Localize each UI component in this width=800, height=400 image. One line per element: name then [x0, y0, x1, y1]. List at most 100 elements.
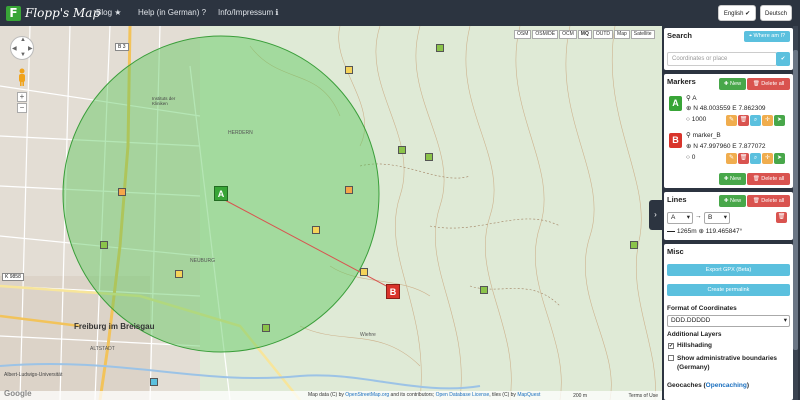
geocache-icon[interactable]: [345, 66, 353, 74]
chevron-down-icon: ▾: [783, 317, 787, 324]
pan-down-icon[interactable]: ▼: [20, 52, 26, 58]
lines-delete-all-button[interactable]: 🗑 Delete all: [747, 195, 790, 207]
nav-help[interactable]: Help (in German) ?: [138, 8, 206, 17]
export-gpx-button[interactable]: Export GPX (Beta): [667, 264, 790, 276]
coordinate-format-select[interactable]: DDD.DDDDD ▾: [667, 315, 790, 327]
markers-delete-all-button[interactable]: 🗑 Delete all: [747, 78, 790, 90]
hillshading-label: Hillshading: [677, 342, 713, 349]
geocache-icon[interactable]: [425, 153, 433, 161]
navigate-icon: ➤: [776, 117, 783, 123]
language-english-button[interactable]: English ✔: [718, 5, 756, 21]
opencaching-link[interactable]: Opencaching: [706, 382, 747, 389]
chevron-down-icon: ▾: [686, 214, 690, 221]
geocache-icon[interactable]: [398, 146, 406, 154]
marker-b-name[interactable]: ⚲ marker_B: [686, 131, 721, 139]
zoom-in-button[interactable]: +: [17, 92, 27, 102]
sidebar-panel: Search ⌖ Where am I? Coordinates or plac…: [662, 26, 800, 400]
sidebar-scroll-thumb[interactable]: [793, 50, 798, 350]
marker-a-delete-button[interactable]: 🗑: [738, 115, 749, 126]
pan-right-icon[interactable]: ▶: [28, 45, 33, 52]
geocache-icon[interactable]: [436, 44, 444, 52]
line-to-value: B: [708, 214, 713, 221]
geocache-icon[interactable]: [630, 241, 638, 249]
search-icon: ⌕: [753, 155, 758, 161]
geocache-icon[interactable]: [345, 186, 353, 194]
edit-icon: ✎: [728, 155, 735, 161]
geocache-icon[interactable]: [150, 378, 158, 386]
boundaries-checkbox[interactable]: [668, 355, 674, 361]
markers-new-button[interactable]: ✚ New: [719, 78, 746, 90]
hillshading-checkbox[interactable]: ✔: [668, 343, 674, 349]
create-permalink-button[interactable]: Create permalink: [667, 284, 790, 296]
marker-b-edit-button[interactable]: ✎: [726, 153, 737, 164]
where-am-i-button[interactable]: ⌖ Where am I?: [744, 31, 790, 42]
marker-a-edit-button[interactable]: ✎: [726, 115, 737, 126]
map-marker-a[interactable]: A: [214, 186, 228, 201]
pan-left-icon[interactable]: ◀: [12, 45, 17, 52]
map-canvas[interactable]: Freiburg im Breisgau B 3 K 9858 HERDERN …: [0, 26, 662, 400]
marker-b-delete-button[interactable]: 🗑: [738, 153, 749, 164]
layer-satellite[interactable]: Satellite: [630, 30, 655, 39]
geocache-icon[interactable]: [118, 188, 126, 196]
attribution-mid: and its contributors;: [389, 392, 436, 398]
language-deutsch-button[interactable]: Deutsch: [760, 5, 792, 21]
district-label-neuburg: NEUBURG: [190, 258, 216, 264]
marker-b-move-button[interactable]: ✛: [762, 153, 773, 164]
lines-new-button[interactable]: ✚ New: [719, 195, 746, 207]
attribution-osm-link[interactable]: OpenStreetMap.org: [345, 392, 389, 398]
layer-osm[interactable]: OSM: [514, 30, 532, 39]
marker-b-coords[interactable]: ⊕ N 47.997960 E 7.877072: [686, 142, 766, 150]
line-to-select[interactable]: B ▾: [704, 212, 730, 224]
layer-mq[interactable]: MQ: [577, 30, 592, 39]
geocache-icon[interactable]: [175, 270, 183, 278]
marker-b-radius[interactable]: ○ 0: [686, 154, 695, 161]
nav-info[interactable]: Info/Impressum ℹ: [218, 8, 278, 17]
marker-a-coords[interactable]: ⊕ N 48.003559 E 7.862309: [686, 104, 766, 112]
geocache-icon[interactable]: [360, 268, 368, 276]
marker-b-zoom-button[interactable]: ⌕: [750, 153, 761, 164]
markers-new-button-bottom[interactable]: ✚ New: [719, 173, 746, 185]
geocache-icon[interactable]: [480, 286, 488, 294]
attribution-mq-link[interactable]: MapQuest: [517, 392, 540, 398]
map-marker-b[interactable]: B: [386, 284, 400, 299]
line-from-select[interactable]: A ▾: [667, 212, 693, 224]
pegman-icon[interactable]: [17, 68, 27, 86]
line-delete-button[interactable]: 🗑: [776, 212, 787, 223]
sidebar-collapse-button[interactable]: ›: [649, 200, 662, 230]
layer-osm-de[interactable]: OSM/DE: [532, 30, 559, 39]
search-input[interactable]: Coordinates or place: [667, 52, 777, 66]
terms-of-use-link[interactable]: Terms of Use: [629, 393, 658, 399]
marker-a-radius[interactable]: ○ 1000: [686, 116, 706, 123]
marker-a-move-button[interactable]: ✛: [762, 115, 773, 126]
marker-b-navigate-button[interactable]: ➤: [774, 153, 785, 164]
road-label-k9858: K 9858: [2, 273, 24, 281]
pan-up-icon[interactable]: ▲: [20, 37, 26, 43]
geocaches-label: Geocaches (Opencaching): [667, 382, 749, 389]
nav-blog[interactable]: Blog ★: [96, 8, 121, 17]
markers-delete-all-button-bottom[interactable]: 🗑 Delete all: [747, 173, 790, 185]
brand[interactable]: F Flopp's Map: [6, 4, 100, 22]
line-info: 1265m ⊕ 119.465847°: [667, 227, 742, 235]
map-graphics: [0, 26, 662, 400]
search-go-button[interactable]: ✔: [776, 52, 790, 66]
marker-a-navigate-button[interactable]: ➤: [774, 115, 785, 126]
pan-control[interactable]: ▲ ▼ ◀ ▶: [10, 36, 34, 60]
marker-b-coords-text: N 47.997960 E 7.877072: [693, 143, 766, 150]
trash-icon: 🗑: [777, 214, 786, 220]
zoom-out-button[interactable]: −: [17, 103, 27, 113]
layer-outd[interactable]: OUTD: [592, 30, 614, 39]
layer-ocm[interactable]: OCM: [559, 30, 577, 39]
geocache-icon[interactable]: [312, 226, 320, 234]
trash-icon: 🗑: [739, 155, 748, 161]
chevron-down-icon: ▾: [723, 214, 727, 221]
geocache-icon[interactable]: [100, 241, 108, 249]
geocaches-prefix: Geocaches (: [667, 382, 706, 389]
marker-a-name[interactable]: ⚲ A: [686, 94, 697, 102]
brand-logo: F: [6, 5, 21, 21]
layer-map[interactable]: Map: [614, 30, 630, 39]
attribution-odbl-link[interactable]: Open Database License: [436, 392, 490, 398]
markers-section: Markers ✚ New 🗑 Delete all A ⚲ A ⊕ N 48.…: [664, 74, 793, 188]
geocache-icon[interactable]: [262, 324, 270, 332]
marker-a-zoom-button[interactable]: ⌕: [750, 115, 761, 126]
attribution-tiles: , tiles (C) by: [489, 392, 518, 398]
